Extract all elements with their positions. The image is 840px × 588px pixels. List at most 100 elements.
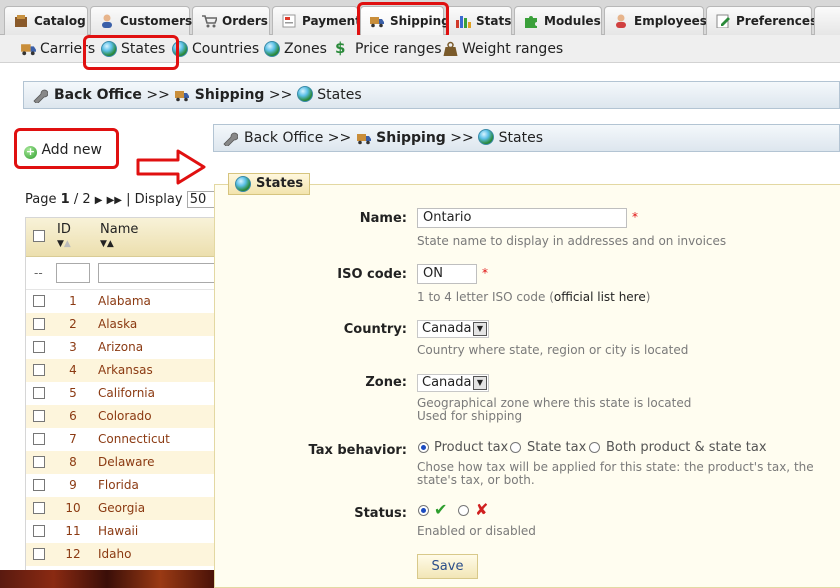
tab-customers[interactable]: Customers: [90, 6, 192, 35]
table-row[interactable]: 7 Connecticut: [26, 428, 214, 451]
tab-preferences[interactable]: Preferences: [706, 6, 817, 35]
truck-icon: [175, 91, 190, 102]
table-row[interactable]: 2 Alaska: [26, 313, 214, 336]
iso-code-input[interactable]: ON: [417, 264, 477, 284]
status-enabled-radio[interactable]: [418, 505, 429, 516]
tab-payment[interactable]: Payment: [272, 6, 361, 35]
official-list-link[interactable]: official list here: [554, 290, 646, 304]
puzzle-icon: [525, 16, 537, 28]
tax-hint-2: state's tax, or both.: [417, 473, 535, 487]
dollar-icon: $: [335, 39, 346, 57]
stats-icon: [456, 16, 471, 28]
sort-id-icon[interactable]: ▼▲: [57, 239, 71, 249]
highlight-states-submenu: [83, 35, 179, 70]
catalog-icon: [15, 15, 27, 27]
globe-icon: [235, 176, 251, 192]
row-checkbox[interactable]: [33, 341, 45, 353]
check-icon: ✔: [434, 500, 448, 519]
submenu-price-ranges[interactable]: $ Price ranges: [335, 39, 442, 59]
status-hint: Enabled or disabled: [417, 524, 536, 538]
tab-more[interactable]: [814, 6, 840, 35]
table-header: ID ▼▲ Name ▼▲: [26, 218, 214, 257]
name-required-mark: *: [632, 210, 638, 224]
filter-id-input[interactable]: [56, 263, 90, 283]
submenu-countries[interactable]: Countries: [172, 39, 259, 59]
cross-icon: ✘: [475, 500, 489, 519]
country-label: Country:: [343, 322, 407, 337]
table-row[interactable]: 1 Alabama: [26, 290, 214, 313]
highlight-add-new: [14, 128, 119, 169]
chevron-down-icon: ▼: [473, 376, 487, 390]
form-legend: States: [228, 173, 311, 195]
next-page-icon[interactable]: ▶: [95, 195, 103, 206]
breadcrumb-states: States: [498, 130, 544, 146]
table-row[interactable]: 4 Arkansas: [26, 359, 214, 382]
tax-product-radio[interactable]: [418, 442, 429, 453]
tax-both-radio[interactable]: [589, 442, 600, 453]
name-hint: State name to display in addresses and o…: [417, 234, 727, 248]
row-checkbox[interactable]: [33, 548, 45, 560]
table-row[interactable]: 9 Florida: [26, 474, 214, 497]
chevron-down-icon: ▼: [473, 322, 487, 336]
select-all-checkbox[interactable]: [33, 230, 45, 242]
table-row[interactable]: 3 Arizona: [26, 336, 214, 359]
row-checkbox[interactable]: [33, 318, 45, 330]
table-row[interactable]: 11 Hawaii: [26, 520, 214, 543]
submenu-weight-ranges[interactable]: Weight ranges: [442, 39, 563, 59]
iso-required-mark: *: [482, 266, 488, 280]
customers-icon: [102, 14, 112, 28]
breadcrumb: Back Office >> Shipping >> States: [23, 81, 840, 109]
submenu-zones[interactable]: Zones: [264, 39, 327, 59]
tab-employees[interactable]: Employees: [604, 6, 707, 35]
table-row[interactable]: 12 Idaho: [26, 543, 214, 566]
states-table: ID ▼▲ Name ▼▲ -- 1 Alabama 2 Alaska 3 Arizo…: [25, 217, 214, 588]
breadcrumb-shipping[interactable]: Shipping: [195, 87, 265, 103]
tab-stats[interactable]: Stats: [446, 6, 512, 35]
pagination: Page 1 / 2 ▶ ▶▶ | Display 50: [25, 191, 220, 208]
filter-row: --: [26, 257, 214, 290]
truck-icon: [21, 44, 36, 56]
sort-name-icon[interactable]: ▼▲: [100, 239, 114, 249]
breadcrumb-edit: Back Office >> Shipping >> States: [213, 124, 840, 152]
name-input[interactable]: Ontario: [417, 208, 627, 228]
row-checkbox[interactable]: [33, 525, 45, 537]
globe-icon: [478, 129, 495, 145]
tab-catalog[interactable]: Catalog: [4, 6, 88, 35]
table-row[interactable]: 10 Georgia: [26, 497, 214, 520]
zone-hint-shipping: Used for shipping: [417, 409, 523, 423]
table-row[interactable]: 5 California: [26, 382, 214, 405]
last-page-icon[interactable]: ▶▶: [107, 195, 122, 206]
breadcrumb-shipping[interactable]: Shipping: [376, 130, 446, 146]
footer-decoration: [0, 570, 214, 588]
truck-icon: [356, 134, 371, 145]
breadcrumb-back-office[interactable]: Back Office: [244, 130, 323, 146]
table-row[interactable]: 8 Delaware: [26, 451, 214, 474]
globe-icon: [264, 41, 280, 57]
row-checkbox[interactable]: [33, 387, 45, 399]
save-button[interactable]: Save: [417, 554, 478, 579]
status-disabled-radio[interactable]: [458, 505, 469, 516]
zone-label: Zone:: [365, 375, 407, 390]
globe-icon: [296, 86, 313, 102]
preferences-icon: [716, 14, 730, 28]
row-checkbox[interactable]: [33, 456, 45, 468]
payment-icon: [282, 14, 296, 28]
iso-hint: 1 to 4 letter ISO code (official list he…: [417, 290, 651, 304]
weight-icon: [443, 41, 458, 56]
row-checkbox[interactable]: [33, 433, 45, 445]
row-checkbox[interactable]: [33, 502, 45, 514]
country-select[interactable]: Canada ▼: [417, 320, 489, 338]
filter-name-input[interactable]: [98, 263, 214, 283]
row-checkbox[interactable]: [33, 410, 45, 422]
row-checkbox[interactable]: [33, 364, 45, 376]
zone-select[interactable]: Canada ▼: [417, 374, 489, 392]
tab-orders[interactable]: Orders: [192, 6, 270, 35]
breadcrumb-back-office[interactable]: Back Office: [54, 87, 142, 103]
row-checkbox[interactable]: [33, 479, 45, 491]
table-row[interactable]: 6 Colorado: [26, 405, 214, 428]
tax-behavior-label: Tax behavior:: [308, 443, 408, 458]
row-checkbox[interactable]: [33, 295, 45, 307]
iso-label: ISO code:: [337, 267, 407, 282]
tab-modules[interactable]: Modules: [514, 6, 602, 35]
tax-state-radio[interactable]: [510, 442, 521, 453]
